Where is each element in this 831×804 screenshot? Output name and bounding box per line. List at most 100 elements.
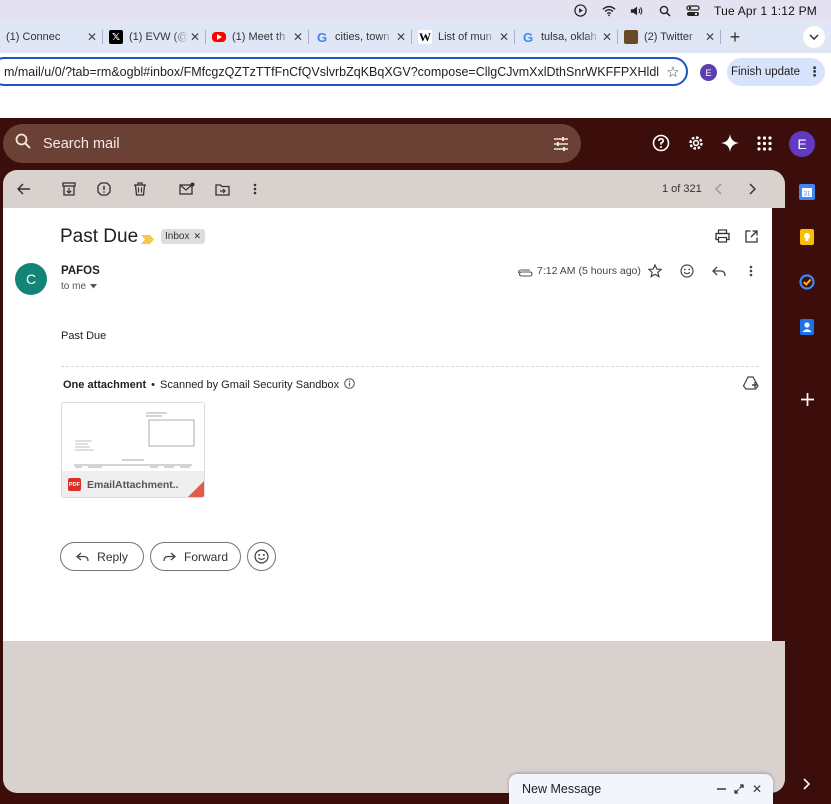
pdf-corner-fold (188, 481, 204, 497)
tab-title: cities, town (335, 31, 390, 43)
close-icon[interactable]: ✕ (291, 30, 305, 44)
reply-label: Reply (97, 549, 128, 564)
tab-x-evw[interactable]: 𝕏 (1) EVW (@ ✕ (103, 21, 206, 53)
apps-grid-icon[interactable] (754, 133, 774, 153)
open-in-new-window-icon[interactable] (743, 228, 759, 244)
close-icon[interactable]: ✕ (188, 30, 202, 44)
spotlight-search-icon[interactable] (658, 4, 672, 18)
calendar-icon[interactable]: 31 (798, 183, 816, 201)
google-icon: G (316, 29, 328, 45)
reply-arrow-icon (76, 552, 89, 561)
wifi-icon[interactable] (602, 4, 616, 18)
tab-title: List of mun (438, 31, 492, 43)
back-arrow-icon[interactable] (16, 181, 32, 197)
move-to-icon[interactable] (214, 181, 230, 197)
forward-label: Forward (183, 549, 228, 564)
attachment-thumbnail (62, 403, 204, 471)
more-vert-icon[interactable] (247, 181, 263, 197)
gemini-sparkle-icon[interactable] (720, 133, 740, 153)
address-bar[interactable]: m/mail/u/0/?tab=rm&ogbl#inbox/FMfcgzQZTz… (0, 57, 688, 86)
add-addon-icon[interactable] (798, 390, 816, 408)
close-icon[interactable]: ✕ (749, 781, 765, 797)
play-circle-icon[interactable] (574, 4, 588, 18)
tasks-icon[interactable] (798, 273, 816, 291)
menu-bar-clock[interactable]: Tue Apr 1 1:12 PM (714, 4, 817, 18)
new-message-compose-bar[interactable]: New Message ✕ (509, 774, 773, 804)
settings-gear-icon[interactable] (686, 133, 706, 153)
message-view-bottom (3, 641, 785, 793)
finish-update-button[interactable]: Finish update ⋮ (727, 58, 825, 86)
forward-button[interactable]: Forward (150, 542, 241, 571)
bullet-separator: • (151, 379, 155, 391)
archive-icon[interactable] (61, 181, 77, 197)
attachments-header: One attachment • Scanned by Gmail Securi… (63, 378, 355, 392)
delete-trash-icon[interactable] (132, 181, 148, 197)
keep-icon[interactable] (798, 228, 816, 246)
pdf-attachment-card[interactable]: PDF EmailAttachment.... (61, 402, 205, 498)
volume-icon[interactable] (630, 4, 644, 18)
svg-text:31: 31 (804, 192, 811, 198)
recipients-toggle[interactable]: to me (61, 281, 98, 292)
attachment-paperclip-icon (517, 265, 533, 283)
control-center-icon[interactable] (686, 4, 700, 18)
inbox-label-chip[interactable]: Inbox ✕ (161, 229, 206, 244)
attachment-filename: EmailAttachment.... (87, 478, 179, 491)
search-mail-bar[interactable]: Search mail (3, 124, 581, 163)
tab-google-cities[interactable]: G cities, town ✕ (309, 21, 412, 53)
star-icon[interactable] (647, 263, 663, 279)
add-reaction-emoji-icon[interactable] (679, 263, 695, 279)
tab-wikipedia[interactable]: W List of mun ✕ (412, 21, 515, 53)
more-vert-icon[interactable] (743, 263, 759, 279)
sender-avatar[interactable]: C (15, 263, 47, 295)
mark-unread-icon[interactable] (179, 181, 195, 197)
attachments-divider (61, 366, 759, 367)
close-icon[interactable]: ✕ (600, 30, 614, 44)
print-icon[interactable] (714, 228, 730, 244)
close-icon[interactable]: ✕ (85, 30, 99, 44)
info-icon[interactable] (344, 378, 355, 392)
emoji-reaction-button[interactable] (247, 542, 276, 571)
account-avatar[interactable]: E (789, 131, 815, 157)
search-icon[interactable] (15, 133, 31, 154)
tab-twitter[interactable]: (2) Twitter ✕ (618, 21, 721, 53)
browser-profile-avatar[interactable]: E (700, 64, 717, 81)
tab-search-button[interactable] (803, 26, 825, 48)
contacts-icon[interactable] (798, 318, 816, 336)
collapse-side-panel-icon[interactable] (801, 777, 811, 795)
emoji-icon (254, 549, 269, 564)
tab-title: (1) Connec (6, 31, 61, 43)
close-icon[interactable]: ✕ (394, 30, 408, 44)
chevron-down-icon (809, 34, 819, 40)
x-icon: 𝕏 (109, 30, 123, 44)
finish-update-label: Finish update (730, 66, 801, 78)
help-icon[interactable] (651, 133, 671, 153)
search-options-icon[interactable] (541, 136, 581, 151)
reply-arrow-icon[interactable] (711, 263, 727, 279)
search-input[interactable]: Search mail (43, 136, 541, 152)
older-chevron-right-icon[interactable] (744, 181, 760, 197)
attachment-footer: PDF EmailAttachment.... (62, 471, 204, 497)
full-screen-icon[interactable] (731, 781, 747, 797)
new-tab-button[interactable]: + (721, 27, 749, 48)
attachment-count: One attachment (63, 379, 147, 391)
message-timestamp: 7:12 AM (5 hours ago) (537, 265, 641, 277)
pagination-count: 1 of 321 (662, 183, 702, 195)
tab-title: tulsa, oklah (541, 31, 597, 43)
tab-google-tulsa[interactable]: G tulsa, oklah ✕ (515, 21, 618, 53)
address-bar-url[interactable]: m/mail/u/0/?tab=rm&ogbl#inbox/FMfcgzQZTz… (4, 65, 660, 79)
browser-tab-strip: (1) Connec ✕ 𝕏 (1) EVW (@ ✕ (1) Meet th … (0, 21, 831, 53)
minimize-icon[interactable] (713, 781, 729, 797)
report-spam-icon[interactable] (96, 181, 112, 197)
bookmark-star-icon[interactable]: ☆ (660, 63, 686, 81)
reply-button[interactable]: Reply (60, 542, 144, 571)
close-icon[interactable]: ✕ (497, 30, 511, 44)
tab-youtube[interactable]: (1) Meet th ✕ (206, 21, 309, 53)
tab-connect[interactable]: (1) Connec ✕ (0, 21, 103, 53)
remove-label-icon[interactable]: ✕ (193, 231, 201, 242)
newer-chevron-left-icon[interactable] (711, 181, 727, 197)
close-icon[interactable]: ✕ (703, 30, 717, 44)
twitter-image-icon (624, 30, 638, 44)
add-to-drive-icon[interactable] (742, 376, 759, 395)
importance-marker-icon[interactable] (141, 231, 154, 249)
sender-name[interactable]: PAFOS (61, 265, 100, 277)
